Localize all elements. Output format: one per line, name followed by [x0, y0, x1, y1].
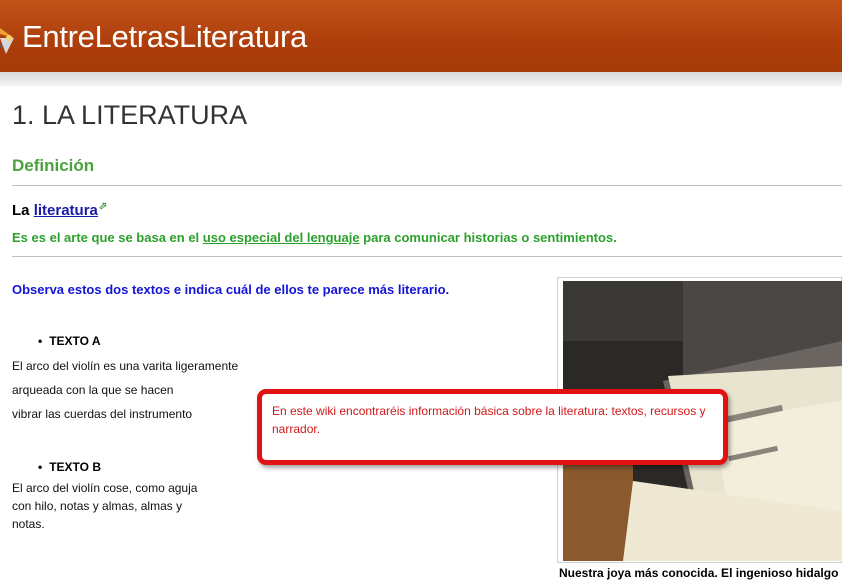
pinwheel-logo-icon[interactable] — [0, 20, 20, 56]
texto-a-line: vibrar las cuerdas del instrumento — [12, 407, 193, 421]
section-heading-definicion: Definición — [12, 156, 95, 175]
texto-b-label: • TEXTO B — [38, 460, 101, 474]
texto-b-label-text: TEXTO B — [49, 460, 101, 474]
site-title[interactable]: EntreLetrasLiteratura — [22, 19, 307, 55]
literatura-link[interactable]: literatura — [34, 202, 98, 219]
page-title: 1. LA LITERATURA — [12, 100, 248, 130]
header-shadow-strip — [0, 72, 842, 86]
definition-text-after: para comunicar historias o sentimientos. — [359, 230, 617, 245]
texto-b-line: El arco del violín cose, como aguja — [12, 481, 198, 495]
texto-a-line: arqueada con la que se hacen — [12, 383, 174, 397]
texto-a-label-text: TEXTO A — [49, 334, 101, 348]
image-caption: Nuestra joya más conocida. El ingenioso … — [559, 566, 839, 580]
definition-text-before: Es es el arte que se basa en el — [12, 230, 203, 245]
definition-text-underlined: uso especial del lenguaje — [202, 230, 360, 245]
bullet-icon: • — [38, 460, 43, 474]
texto-a-line: El arco del violín es una varita ligeram… — [12, 359, 239, 373]
callout-text: En este wiki encontraréis información bá… — [272, 404, 706, 436]
external-link-icon[interactable]: ⬀ — [99, 201, 107, 212]
divider — [12, 185, 842, 186]
definition-text: Es es el arte que se basa en el uso espe… — [12, 230, 617, 245]
question-text: Observa estos dos textos e indica cuál d… — [12, 282, 450, 297]
texto-b-body: El arco del violín cose, como aguja con … — [12, 479, 197, 533]
definition-prefix: La — [12, 202, 30, 219]
texto-a-body: El arco del violín es una varita ligeram… — [12, 354, 238, 426]
texto-b-line: con hilo, notas y almas, almas y — [12, 499, 183, 513]
divider — [12, 256, 842, 257]
texto-b-line: notas. — [12, 517, 45, 531]
definition-term: La literatura⬀ — [12, 201, 107, 219]
intro-callout: En este wiki encontraréis información bá… — [257, 389, 728, 465]
site-header: EntreLetrasLiteratura — [0, 0, 842, 72]
bullet-icon: • — [38, 334, 43, 348]
texto-a-label: • TEXTO A — [38, 334, 101, 348]
